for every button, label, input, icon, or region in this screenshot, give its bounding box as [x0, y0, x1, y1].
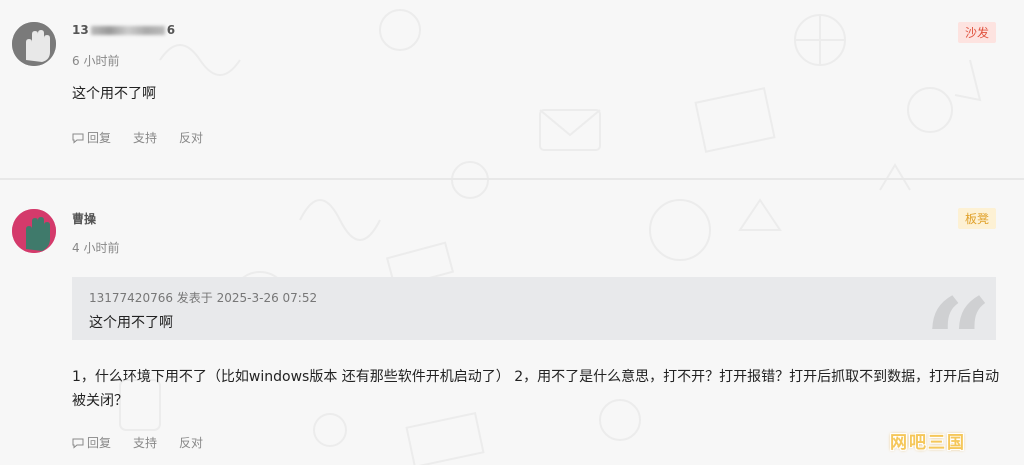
username[interactable]: 曹操	[72, 210, 96, 227]
floor-badge-sofa: 沙发	[957, 22, 996, 43]
speech-bubble-icon	[72, 437, 84, 449]
username[interactable]: 13 6	[72, 23, 175, 37]
quote-meta: 13177420766 发表于 2025-3-26 07:52	[89, 291, 318, 305]
comment-actions: 回复 支持 反对	[72, 434, 203, 451]
post-time: 4 小时前	[72, 241, 120, 255]
floor-badge-bench: 板凳	[957, 208, 996, 229]
quote-mark-icon: “	[924, 283, 992, 341]
comment-actions: 回复 支持 反对	[72, 129, 203, 146]
reply-button[interactable]: 回复	[72, 434, 111, 451]
comment-item: 曹操 4 小时前 13177420766 发表于 2025-3-26 07:52…	[0, 180, 1024, 465]
oppose-button[interactable]: 反对	[179, 434, 203, 451]
quoted-reply: 13177420766 发表于 2025-3-26 07:52 这个用不了啊 “	[72, 277, 996, 340]
avatar[interactable]	[12, 209, 56, 253]
comment-item: 13 6 6 小时前 这个用不了啊 回复 支持 反对 沙发	[0, 0, 1024, 178]
comment-text: 1，什么环境下用不了（比如windows版本 还有那些软件开机启动了） 2，用不…	[72, 369, 1000, 409]
speech-bubble-icon	[72, 132, 84, 144]
redacted-username	[90, 26, 165, 35]
reply-button[interactable]: 回复	[72, 129, 111, 146]
quote-text: 这个用不了啊	[89, 315, 173, 331]
post-time: 6 小时前	[72, 54, 120, 68]
support-button[interactable]: 支持	[133, 129, 157, 146]
comment-text: 这个用不了啊	[72, 86, 156, 102]
oppose-button[interactable]: 反对	[179, 129, 203, 146]
site-watermark-logo: 网吧三国	[890, 433, 966, 453]
support-button[interactable]: 支持	[133, 434, 157, 451]
avatar[interactable]	[12, 22, 56, 66]
